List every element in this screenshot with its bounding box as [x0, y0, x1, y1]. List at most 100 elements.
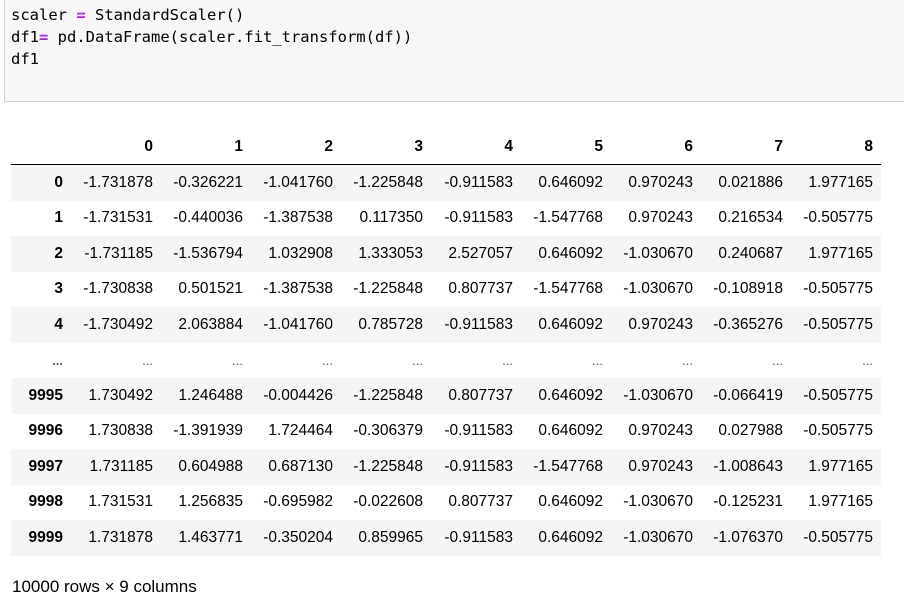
row-index: 9997 [28, 457, 63, 475]
table-cell: 0.501521 [178, 280, 243, 298]
row-index: 0 [54, 173, 63, 191]
row-index: 9999 [28, 528, 63, 546]
table-cell: 1.730838 [88, 422, 153, 440]
table-cell: -1.030670 [623, 280, 693, 298]
table-cell: 0.027988 [718, 422, 783, 440]
row-index: 4 [54, 315, 63, 333]
table-cell: -0.911583 [444, 528, 513, 546]
table-cell: ... [232, 352, 243, 368]
code-line: df1= pd.DataFrame(scaler.fit_transform(d… [11, 26, 412, 48]
table-cell: -0.911583 [444, 457, 513, 475]
table-cell: -1.730838 [83, 280, 153, 298]
table-cell: -1.547768 [533, 280, 603, 298]
table-cell: -1.225848 [353, 280, 423, 298]
column-header: 3 [341, 138, 431, 165]
table-cell: -1.041760 [263, 315, 333, 333]
table-cell: ... [772, 352, 783, 368]
table-cell: -0.350204 [263, 528, 333, 546]
table-row: 4 -1.730492 2.063884 -1.041760 0.785728 -0.91… [11, 307, 881, 343]
table-row: 1 -1.731531 -0.440036 -1.387538 0.117350 -0.9… [11, 200, 881, 236]
table-cell: -0.125231 [713, 493, 783, 511]
table-row: 9997 1.731185 0.604988 0.687130 -1.225848 -0.… [11, 449, 881, 485]
table-cell: 1.731531 [88, 493, 153, 511]
column-header: 1 [161, 138, 251, 165]
table-cell: -0.440036 [173, 209, 243, 227]
table-cell: -0.505775 [803, 386, 873, 404]
code-token: df1 [11, 50, 39, 68]
table-cell: 1.730492 [88, 386, 153, 404]
table-cell: 1.256835 [178, 493, 243, 511]
table-cell: -1.225848 [353, 457, 423, 475]
code-cell-editor[interactable]: scaler = StandardScaler() df1= pd.DataFra… [4, 0, 904, 102]
table-cell: 0.807737 [448, 280, 513, 298]
table-cell: -1.547768 [533, 209, 603, 227]
table-cell: -1.547768 [533, 457, 603, 475]
table-row: 3 -1.730838 0.501521 -1.387538 -1.225848 0.80… [11, 271, 881, 307]
table-cell: ... [592, 352, 603, 368]
table-cell: 1.246488 [178, 386, 243, 404]
table-cell: -1.387538 [263, 209, 333, 227]
table-cell: -0.505775 [803, 315, 873, 333]
table-cell: -1.731185 [84, 244, 153, 262]
code-line: scaler = StandardScaler() [11, 4, 244, 26]
table-row: 2 -1.731185 -1.536794 1.032908 1.333053 2.527… [11, 236, 881, 272]
table-cell: -0.004426 [263, 386, 333, 404]
table-cell: -1.387538 [263, 280, 333, 298]
table-cell: 1.731878 [88, 528, 153, 546]
table-cell: 0.646092 [538, 386, 603, 404]
table-cell: 0.021886 [718, 173, 783, 191]
table-cell: 0.604988 [178, 457, 243, 475]
table-cell: 0.646092 [538, 422, 603, 440]
table-row: 0 -1.731878 -0.326221 -1.041760 -1.225848 -0.… [11, 164, 881, 201]
table-cell: -1.536794 [173, 244, 243, 262]
index-header [11, 138, 71, 165]
table-row: 9999 1.731878 1.463771 -0.350204 0.859965 -0.… [11, 520, 881, 556]
table-cell: 0.646092 [538, 244, 603, 262]
table-cell: 0.970243 [628, 173, 693, 191]
table-cell: -1.030670 [623, 493, 693, 511]
table-cell: ... [322, 352, 333, 368]
table-cell: -0.911583 [444, 422, 513, 440]
table-cell: -0.505775 [803, 528, 873, 546]
table-cell: -0.505775 [803, 422, 873, 440]
table-cell: 0.970243 [628, 315, 693, 333]
table-cell: -1.391939 [173, 422, 243, 440]
row-index: 9996 [28, 422, 63, 440]
table-cell: 0.216534 [718, 209, 783, 227]
table-row: 9998 1.731531 1.256835 -0.695982 -0.022608 0.… [11, 484, 881, 520]
table-cell: 2.527057 [448, 244, 513, 262]
table-cell: -1.225848 [353, 173, 423, 191]
row-index: 9995 [28, 386, 63, 404]
table-cell: ... [682, 352, 693, 368]
table-cell: -0.365276 [713, 315, 783, 333]
table-cell: 0.646092 [538, 173, 603, 191]
table-cell: -0.022608 [353, 493, 423, 511]
column-header: 5 [521, 138, 611, 165]
table-cell: -0.505775 [803, 280, 873, 298]
table-cell: ... [142, 352, 153, 368]
code-line: df1 [11, 48, 39, 70]
ellipsis-row: .............................. [11, 342, 881, 378]
dataframe-table: 012345678 0 -1.731878 -0.326221 -1.041760 -1… [11, 138, 881, 556]
column-header: 6 [611, 138, 701, 165]
table-cell: -1.030670 [623, 244, 693, 262]
table-cell: 1.724464 [268, 422, 333, 440]
table-cell: 1.463771 [178, 528, 243, 546]
table-cell: -0.911583 [444, 209, 513, 227]
table-cell: 1.977165 [808, 457, 873, 475]
code-operator: = [76, 6, 86, 24]
table-cell: 0.785728 [358, 315, 423, 333]
table-cell: -1.041760 [263, 173, 333, 191]
table-cell: -1.030670 [623, 386, 693, 404]
column-header: 7 [701, 138, 791, 165]
table-cell: 0.807737 [448, 493, 513, 511]
column-header: 2 [251, 138, 341, 165]
table-cell: 0.687130 [268, 457, 333, 475]
table-cell: -0.108918 [713, 280, 783, 298]
table-cell: 1.977165 [808, 244, 873, 262]
table-row: 9995 1.730492 1.246488 -0.004426 -1.225848 0.… [11, 378, 881, 414]
table-cell: 0.646092 [538, 315, 603, 333]
table-cell: -1.225848 [353, 386, 423, 404]
cell-output: 012345678 0 -1.731878 -0.326221 -1.041760 -1… [11, 138, 881, 556]
row-index: 3 [54, 280, 63, 298]
